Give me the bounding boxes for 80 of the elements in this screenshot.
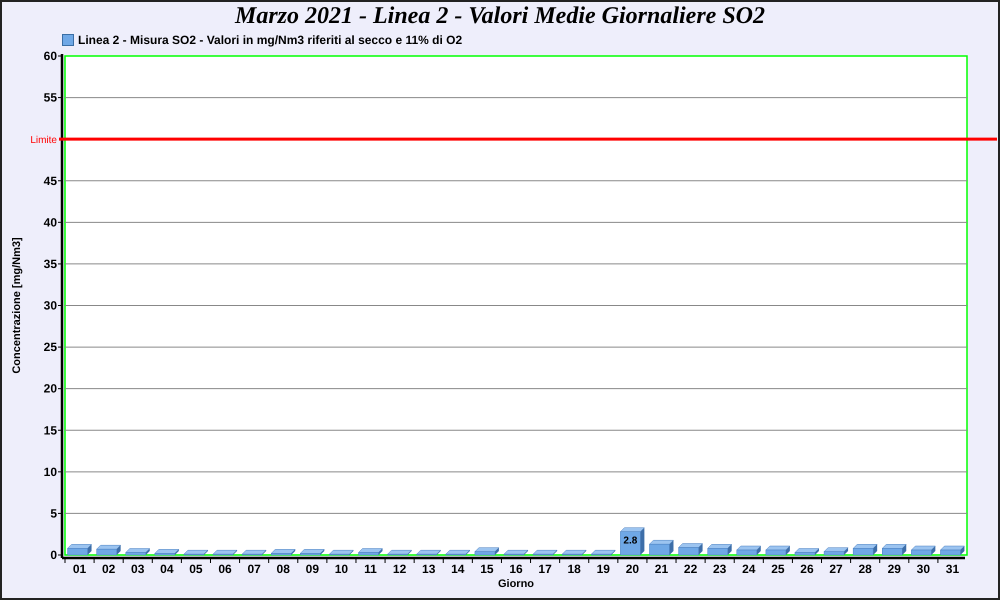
tick-label: 23: [713, 562, 726, 576]
tick-label: 14: [451, 562, 464, 576]
tick-label: 09: [306, 562, 319, 576]
bar: [591, 550, 616, 556]
tick-label: 55: [44, 90, 57, 105]
tick-label: 35: [44, 256, 57, 271]
tick-label: 08: [276, 562, 290, 576]
tick-label: 22: [684, 562, 698, 576]
bar: [766, 546, 790, 556]
bar: [940, 546, 965, 556]
tick-label: 19: [596, 562, 610, 576]
tick-label: 60: [44, 50, 57, 63]
tick-label: 01: [72, 562, 86, 576]
bar: [649, 540, 674, 556]
bar: [270, 549, 296, 556]
tick-label: 5: [50, 506, 57, 520]
tick-label: 25: [771, 562, 785, 576]
bar: [212, 550, 238, 556]
tick-label: 07: [247, 562, 261, 576]
bar: [504, 550, 528, 556]
bar: [707, 544, 732, 556]
bar: [300, 549, 325, 556]
tick-label: 02: [102, 562, 116, 576]
tick-label: 29: [888, 562, 901, 576]
bar: [824, 547, 848, 556]
tick-label: 04: [160, 562, 174, 576]
bar: [387, 550, 412, 556]
bar: [242, 550, 266, 556]
tick-label: 27: [829, 562, 843, 576]
bar: [416, 550, 441, 556]
tick-label: 31: [946, 562, 960, 576]
tick-label: 25: [44, 340, 57, 354]
tick-label: 30: [44, 298, 57, 312]
bar: [358, 548, 383, 556]
tick-label: 18: [568, 562, 581, 576]
bar: [678, 543, 703, 556]
tick-label: 10: [44, 464, 57, 479]
tick-label: 20: [44, 382, 57, 396]
tick-label: 03: [131, 562, 144, 576]
bar: [184, 550, 208, 556]
tick-label: 16: [509, 562, 523, 576]
tick-label: 15: [480, 562, 494, 576]
bar: [911, 546, 936, 556]
tick-label: 0: [50, 548, 57, 562]
tick-label: 05: [189, 562, 203, 576]
bar: [562, 550, 586, 556]
bar: [154, 549, 180, 556]
x-axis-title: Giorno: [498, 578, 534, 590]
tick-label: 20: [626, 562, 640, 576]
tick-label: 13: [422, 562, 436, 576]
tick-label: 17: [538, 562, 552, 576]
bar: [736, 546, 762, 556]
bar: [532, 550, 558, 556]
bar: [67, 544, 92, 556]
tick-label: 30: [916, 562, 930, 576]
bar: [126, 548, 150, 556]
tick-label: 45: [44, 174, 57, 188]
tick-label: 26: [800, 562, 814, 576]
data-label: 2.8: [623, 536, 638, 547]
tick-label: 10: [334, 562, 348, 576]
bar: [329, 550, 354, 556]
bar: [96, 544, 121, 556]
bar: [852, 544, 878, 556]
legend-label: Linea 2 - Misura SO2 - Valori in mg/Nm3 riferiti al secco e 11% di O2: [78, 33, 462, 47]
bar: [882, 544, 906, 556]
tick-label: 12: [392, 562, 406, 576]
y-axis-title: Concentrazione [mg/Nm3]: [11, 237, 23, 374]
tick-label: 40: [44, 215, 57, 230]
bar: [446, 550, 470, 556]
bar: [620, 527, 645, 556]
tick-label: 15: [44, 423, 57, 438]
tick-label: 06: [218, 562, 232, 576]
chart-title: Marzo 2021 - Linea 2 - Valori Medie Giornaliere SO2: [234, 2, 766, 30]
bar: [474, 547, 500, 556]
tick-label: 21: [654, 562, 668, 576]
tick-label: 24: [742, 562, 756, 576]
tick-label: 11: [364, 562, 377, 576]
limit-label: Limite: [30, 135, 57, 146]
bar: [794, 548, 820, 556]
tick-label: 28: [858, 562, 872, 576]
